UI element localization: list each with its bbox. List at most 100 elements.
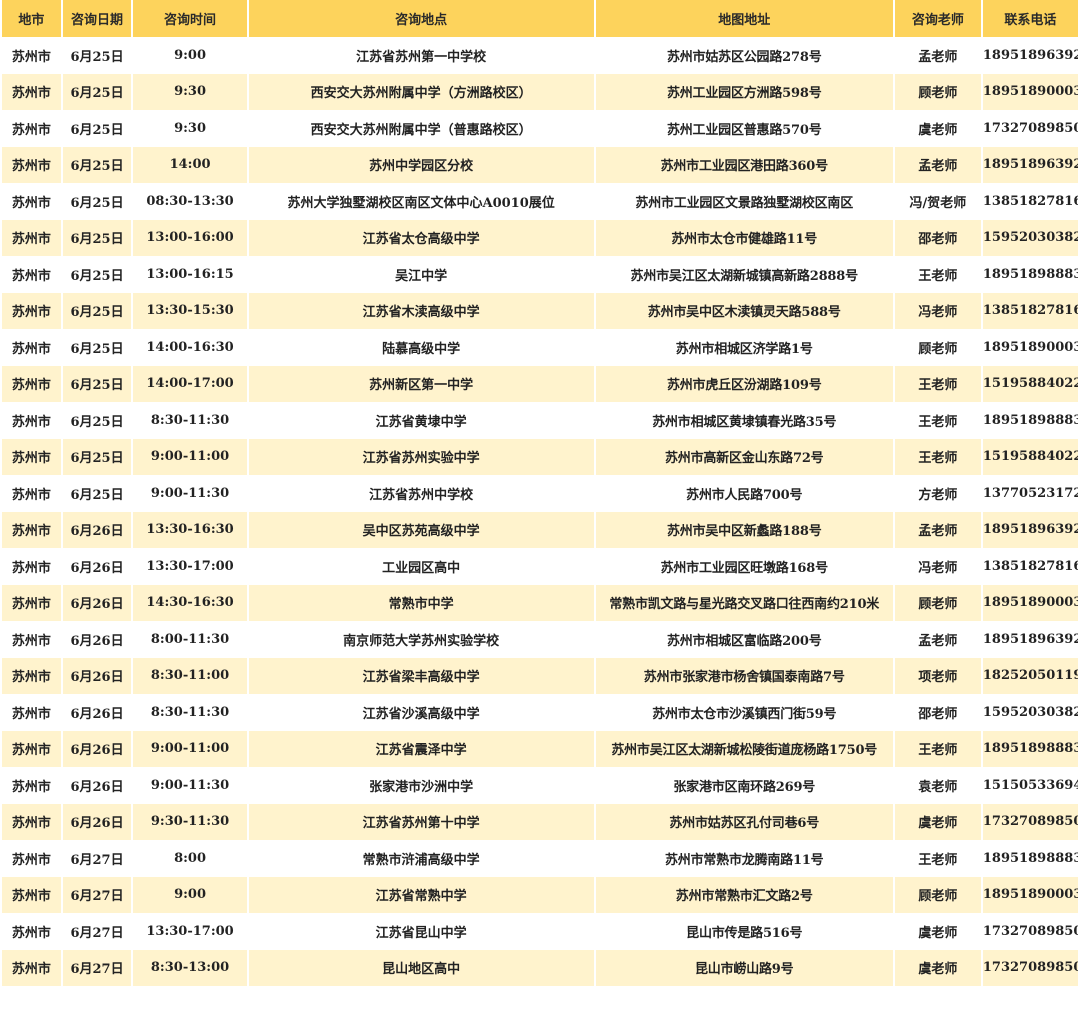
city-cell: 苏州市 [2, 183, 61, 220]
location-cell: 陆慕高级中学 [248, 329, 594, 366]
phone-cell: 15195884022 [982, 438, 1078, 475]
teacher-cell: 孟老师 [894, 511, 981, 548]
city-cell: 苏州市 [2, 511, 61, 548]
time-cell: 9:00 [133, 37, 247, 74]
table-row: 苏州市 6月25日 14:00-16:30 陆慕高级中学 苏州市相城区济学路1号 顾老师 1… [2, 329, 1078, 366]
phone-cell: 13851827816 [982, 292, 1078, 329]
phone-cell: 17327089850 [982, 913, 1078, 950]
date-cell: 6月26日 [62, 621, 132, 658]
phone-cell: 18252050119 [982, 657, 1078, 694]
date-cell: 6月25日 [62, 256, 132, 293]
column-header-location: 咨询地点 [248, 0, 594, 37]
location-cell: 江苏省沙溪高级中学 [248, 694, 594, 731]
address-cell: 苏州市吴江区太湖新城镇高新路2888号 [595, 256, 893, 293]
location-cell: 江苏省苏州实验中学 [248, 438, 594, 475]
location-cell: 常熟市浒浦高级中学 [248, 840, 594, 877]
location-cell: 西安交大苏州附属中学（普惠路校区） [248, 110, 594, 147]
time-cell: 13:00-16:15 [133, 256, 247, 293]
phone-cell: 18951896392 [982, 146, 1078, 183]
table-row: 苏州市 6月25日 9:00 江苏省苏州第一中学校 苏州市姑苏区公园路278号 孟老师 18… [2, 37, 1078, 74]
date-cell: 6月27日 [62, 913, 132, 950]
table-row: 苏州市 6月26日 9:00-11:00 江苏省震泽中学 苏州市吴江区太湖新城松陵街道庞… [2, 730, 1078, 767]
phone-cell: 15150533694 [982, 767, 1078, 804]
location-cell: 江苏省苏州中学校 [248, 475, 594, 512]
city-cell: 苏州市 [2, 548, 61, 585]
time-cell: 14:00-17:00 [133, 365, 247, 402]
table-row: 苏州市 6月25日 08:30-13:30 苏州大学独墅湖校区南区文体中心A0010展… [2, 183, 1078, 220]
table-row: 苏州市 6月25日 9:00-11:30 江苏省苏州中学校 苏州市人民路700号 方老师 1… [2, 475, 1078, 512]
table-row: 苏州市 6月25日 9:30 西安交大苏州附属中学（普惠路校区） 苏州工业园区普惠路57… [2, 110, 1078, 147]
phone-cell: 18951896392 [982, 621, 1078, 658]
address-cell: 苏州市吴中区木渎镇灵天路588号 [595, 292, 893, 329]
location-cell: 苏州大学独墅湖校区南区文体中心A0010展位 [248, 183, 594, 220]
city-cell: 苏州市 [2, 37, 61, 74]
city-cell: 苏州市 [2, 657, 61, 694]
table-row: 苏州市 6月27日 9:00 江苏省常熟中学 苏州市常熟市汇文路2号 顾老师 1895189… [2, 876, 1078, 913]
date-cell: 6月26日 [62, 511, 132, 548]
time-cell: 8:00 [133, 840, 247, 877]
teacher-cell: 孟老师 [894, 146, 981, 183]
teacher-cell: 顾老师 [894, 584, 981, 621]
date-cell: 6月25日 [62, 402, 132, 439]
teacher-cell: 冯老师 [894, 548, 981, 585]
phone-cell: 15952030382 [982, 694, 1078, 731]
location-cell: 苏州中学园区分校 [248, 146, 594, 183]
address-cell: 苏州市工业园区旺墩路168号 [595, 548, 893, 585]
city-cell: 苏州市 [2, 913, 61, 950]
teacher-cell: 邵老师 [894, 219, 981, 256]
address-cell: 常熟市凯文路与星光路交叉路口往西南约210米 [595, 584, 893, 621]
address-cell: 苏州市相城区济学路1号 [595, 329, 893, 366]
time-cell: 9:00-11:30 [133, 475, 247, 512]
date-cell: 6月26日 [62, 584, 132, 621]
location-cell: 吴中区苏苑高级中学 [248, 511, 594, 548]
phone-cell: 15952030382 [982, 219, 1078, 256]
time-cell: 9:00-11:00 [133, 438, 247, 475]
date-cell: 6月25日 [62, 365, 132, 402]
date-cell: 6月25日 [62, 438, 132, 475]
city-cell: 苏州市 [2, 475, 61, 512]
date-cell: 6月27日 [62, 876, 132, 913]
city-cell: 苏州市 [2, 730, 61, 767]
date-cell: 6月27日 [62, 840, 132, 877]
column-header-teacher: 咨询老师 [894, 0, 981, 37]
city-cell: 苏州市 [2, 365, 61, 402]
address-cell: 昆山市崂山路9号 [595, 949, 893, 986]
time-cell: 8:30-13:00 [133, 949, 247, 986]
table-row: 苏州市 6月25日 13:30-15:30 江苏省木渎高级中学 苏州市吴中区木渎镇灵天路… [2, 292, 1078, 329]
address-cell: 苏州市姑苏区孔付司巷6号 [595, 803, 893, 840]
table-row: 苏州市 6月25日 13:00-16:00 江苏省太仓高级中学 苏州市太仓市健雄路11号… [2, 219, 1078, 256]
city-cell: 苏州市 [2, 402, 61, 439]
date-cell: 6月25日 [62, 73, 132, 110]
city-cell: 苏州市 [2, 146, 61, 183]
table-row: 苏州市 6月25日 9:00-11:00 江苏省苏州实验中学 苏州市高新区金山东路72号… [2, 438, 1078, 475]
time-cell: 13:30-16:30 [133, 511, 247, 548]
table-row: 苏州市 6月27日 8:00 常熟市浒浦高级中学 苏州市常熟市龙腾南路11号 王老师 189… [2, 840, 1078, 877]
table-row: 苏州市 6月26日 8:30-11:30 江苏省沙溪高级中学 苏州市太仓市沙溪镇西门街5… [2, 694, 1078, 731]
column-header-time: 咨询时间 [133, 0, 247, 37]
teacher-cell: 王老师 [894, 402, 981, 439]
location-cell: 江苏省震泽中学 [248, 730, 594, 767]
address-cell: 昆山市传是路516号 [595, 913, 893, 950]
phone-cell: 18951890003 [982, 584, 1078, 621]
table-row: 苏州市 6月26日 14:30-16:30 常熟市中学 常熟市凯文路与星光路交叉路口往西… [2, 584, 1078, 621]
location-cell: 常熟市中学 [248, 584, 594, 621]
city-cell: 苏州市 [2, 767, 61, 804]
column-header-date: 咨询日期 [62, 0, 132, 37]
time-cell: 9:00 [133, 876, 247, 913]
teacher-cell: 虞老师 [894, 803, 981, 840]
address-cell: 苏州市张家港市杨舍镇国泰南路7号 [595, 657, 893, 694]
time-cell: 13:30-15:30 [133, 292, 247, 329]
phone-cell: 17327089850 [982, 110, 1078, 147]
location-cell: 吴江中学 [248, 256, 594, 293]
phone-cell: 13851827816 [982, 548, 1078, 585]
phone-cell: 15195884022 [982, 365, 1078, 402]
time-cell: 13:30-17:00 [133, 913, 247, 950]
location-cell: 江苏省梁丰高级中学 [248, 657, 594, 694]
date-cell: 6月25日 [62, 183, 132, 220]
city-cell: 苏州市 [2, 256, 61, 293]
teacher-cell: 冯老师 [894, 292, 981, 329]
date-cell: 6月26日 [62, 767, 132, 804]
teacher-cell: 邵老师 [894, 694, 981, 731]
address-cell: 苏州工业园区普惠路570号 [595, 110, 893, 147]
address-cell: 苏州市常熟市龙腾南路11号 [595, 840, 893, 877]
